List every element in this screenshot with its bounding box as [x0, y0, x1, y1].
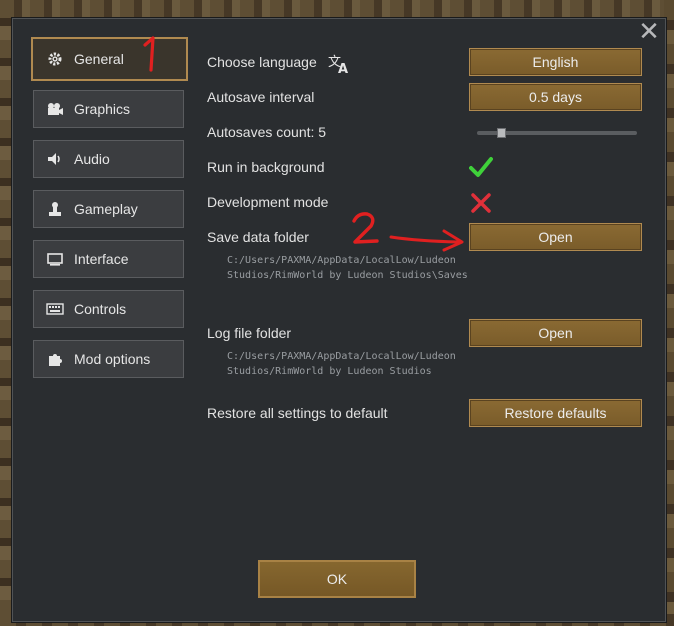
annotation-arrow: [388, 226, 468, 257]
log-file-folder-open-button[interactable]: Open: [469, 319, 642, 347]
tab-general-label: General: [74, 51, 124, 67]
development-mode-label: Development mode: [207, 194, 329, 210]
tab-controls-label: Controls: [74, 301, 127, 317]
tab-controls[interactable]: Controls: [33, 290, 184, 328]
tab-interface-label: Interface: [74, 251, 129, 267]
save-data-folder-open-button[interactable]: Open: [469, 223, 642, 251]
log-file-path-line2: Studios/RimWorld by Ludeon Studios: [227, 366, 432, 377]
puzzle-icon: [46, 350, 64, 368]
log-file-folder-path: C:/Users/PAXMA/AppData/LocalLow/Ludeon S…: [227, 349, 477, 379]
annotation-marker-2: [350, 212, 380, 251]
log-file-folder-label: Log file folder: [207, 325, 292, 341]
save-data-folder-label: Save data folder: [207, 229, 309, 245]
cross-icon: [471, 193, 491, 213]
autosaves-count-slider-thumb[interactable]: [497, 128, 506, 138]
background-terrain-left: [0, 0, 12, 626]
save-data-path-line2: Studios/RimWorld by Ludeon Studios\Saves: [227, 270, 468, 281]
restore-defaults-button[interactable]: Restore defaults: [469, 399, 642, 427]
autosaves-count-label: Autosaves count: 5: [207, 124, 327, 140]
tab-general[interactable]: General: [31, 37, 188, 81]
autosave-interval-label: Autosave interval: [207, 89, 315, 105]
run-in-background-label: Run in background: [207, 159, 325, 175]
monitor-icon: [46, 250, 64, 268]
log-file-path-line1: C:/Users/PAXMA/AppData/LocalLow/Ludeon: [227, 351, 456, 362]
autosave-interval-button[interactable]: 0.5 days: [469, 83, 642, 111]
save-data-folder-path: C:/Users/PAXMA/AppData/LocalLow/Ludeon S…: [227, 253, 477, 283]
background-terrain-top: [0, 0, 674, 20]
tab-mod-options-label: Mod options: [74, 351, 151, 367]
speaker-icon: [46, 150, 64, 168]
choose-language-label: Choose language: [207, 54, 317, 70]
tab-interface[interactable]: Interface: [33, 240, 184, 278]
svg-text:A: A: [338, 62, 348, 74]
pawn-icon: [46, 200, 64, 218]
run-in-background-checkbox[interactable]: [469, 156, 493, 183]
checkmark-icon: [469, 157, 493, 177]
restore-defaults-label: Restore all settings to default: [207, 405, 388, 421]
tab-audio[interactable]: Audio: [33, 140, 184, 178]
ok-button[interactable]: OK: [258, 560, 416, 598]
tab-graphics[interactable]: Graphics: [33, 90, 184, 128]
development-mode-checkbox[interactable]: [470, 192, 492, 219]
language-dropdown-button[interactable]: English: [469, 48, 642, 76]
keyboard-icon: [46, 300, 64, 318]
translate-icon: 文A: [328, 54, 352, 79]
tab-graphics-label: Graphics: [74, 101, 131, 117]
camera-icon: [46, 100, 64, 118]
tab-gameplay-label: Gameplay: [74, 201, 138, 217]
tab-audio-label: Audio: [74, 151, 110, 167]
tab-gameplay[interactable]: Gameplay: [33, 190, 184, 228]
tab-mod-options[interactable]: Mod options: [33, 340, 184, 378]
close-icon[interactable]: ✕: [638, 18, 660, 44]
gear-icon: [46, 50, 64, 68]
annotation-marker-1: [142, 36, 160, 77]
